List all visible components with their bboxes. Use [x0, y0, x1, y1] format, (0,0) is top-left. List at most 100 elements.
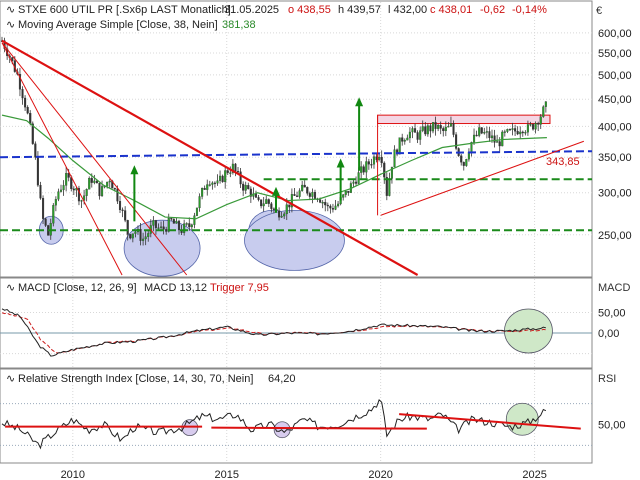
candle-body [34, 143, 37, 158]
macd-label: MACD [Close, 12, 26, 9] [18, 282, 137, 294]
candle-body [267, 199, 270, 204]
macd-tick-label: 0,00 [598, 328, 619, 340]
candle-body [193, 215, 196, 225]
candle-body [429, 125, 432, 132]
header-instrument: STXE 600 UTIL PR [.Sx6p LAST Monatlich] [18, 4, 231, 16]
candle-body [413, 128, 417, 133]
price-tick-label: 350,00 [598, 152, 632, 164]
candle-body [206, 184, 209, 190]
candle-body [542, 106, 545, 117]
header-open: o 438,55 [288, 4, 331, 16]
price-level-label: 343,85 [546, 156, 580, 168]
candle-body [539, 116, 542, 125]
ma-label: Moving Average Simple [Close, 38, Nein] [18, 19, 218, 31]
candle-body [411, 128, 414, 133]
candle-body [306, 187, 309, 194]
candle-body [183, 223, 186, 233]
candle-body [301, 184, 304, 191]
support-ellipse-wide [244, 209, 345, 271]
candle-body [157, 227, 160, 229]
candle-body [126, 220, 129, 235]
candle-body [93, 180, 96, 183]
candle-body [185, 223, 188, 225]
candle-body [254, 193, 258, 198]
candle-body [352, 181, 355, 184]
candle-body [221, 175, 224, 183]
candle-body [442, 128, 445, 132]
candle-body [452, 123, 455, 135]
candle-body [367, 161, 370, 165]
candle-body [24, 97, 27, 108]
x-tick-label: 2010 [61, 469, 85, 480]
candle-body [439, 125, 442, 129]
candle-body [108, 180, 111, 183]
ma-chevron: ∿ [6, 19, 15, 31]
macd-pane: ∿ MACD [Close, 12, 26, 9] MACD 13,12 Tri… [0, 277, 630, 369]
candle-body [383, 162, 386, 178]
candle-body [39, 185, 42, 199]
candle-body [449, 123, 453, 127]
candle-body [154, 220, 157, 229]
candle-body [444, 126, 447, 132]
candle-body [54, 199, 57, 206]
candle-body [508, 129, 512, 131]
candle-body [295, 195, 299, 197]
candle-body [175, 220, 178, 224]
price-tick-label: 250,00 [598, 230, 632, 242]
rsi-label: Relative Strength Index [Close, 14, 30, … [18, 373, 253, 385]
candle-body [121, 209, 124, 212]
candle-body [70, 177, 73, 190]
candle-body [342, 194, 345, 198]
header-change-pct: -0,14% [512, 4, 547, 16]
candle-body [531, 124, 535, 130]
candle-body [503, 131, 506, 133]
rsi-chevron: ∿ [6, 373, 15, 385]
candle-body [129, 234, 132, 239]
candle-body [478, 127, 481, 136]
candle-body [331, 207, 334, 210]
candle-body [260, 199, 263, 207]
chart-canvas: € 343,85 ∿ STXE 600 UTIL PR [.Sx6p LAST … [0, 0, 640, 480]
candle-body [516, 131, 519, 135]
candle-body [434, 122, 437, 129]
candle-body [431, 122, 435, 132]
candle-body [234, 163, 237, 172]
candle-body [101, 186, 104, 197]
candle-body [131, 233, 134, 239]
candle-body [229, 172, 232, 174]
candle-body [311, 192, 314, 197]
candle-body [190, 224, 193, 228]
candle-body [265, 199, 268, 204]
candle-body [480, 127, 483, 134]
candle-body [472, 134, 476, 143]
candle-body [360, 166, 363, 173]
candle-body [118, 201, 122, 211]
candle-body [334, 205, 337, 210]
macd-trigger: Trigger 7,95 [210, 282, 269, 294]
candle-body [219, 175, 222, 181]
candle-body [106, 181, 109, 187]
candle-body [95, 180, 98, 184]
candle-body [378, 156, 381, 160]
candle-body [511, 128, 514, 130]
candle-body [308, 193, 311, 197]
candle-body [29, 113, 32, 124]
candle-body [460, 155, 463, 163]
candle-body [313, 192, 317, 199]
candle-body [393, 149, 396, 168]
rsi-tick-label: 50,00 [598, 420, 626, 432]
candle-body [278, 210, 281, 218]
candle-body [519, 131, 522, 135]
candle-body [475, 134, 478, 137]
candle-body [262, 203, 265, 207]
candle-body [421, 126, 424, 131]
x-tick-label: 2015 [214, 469, 238, 480]
candle-body [283, 213, 286, 217]
price-pane: € 343,85 [0, 0, 602, 278]
candle-body [506, 129, 509, 132]
candle-body [116, 188, 119, 202]
candle-body [488, 131, 491, 139]
candle-body [142, 238, 145, 241]
candle-body [462, 162, 465, 166]
candle-body [416, 132, 419, 140]
